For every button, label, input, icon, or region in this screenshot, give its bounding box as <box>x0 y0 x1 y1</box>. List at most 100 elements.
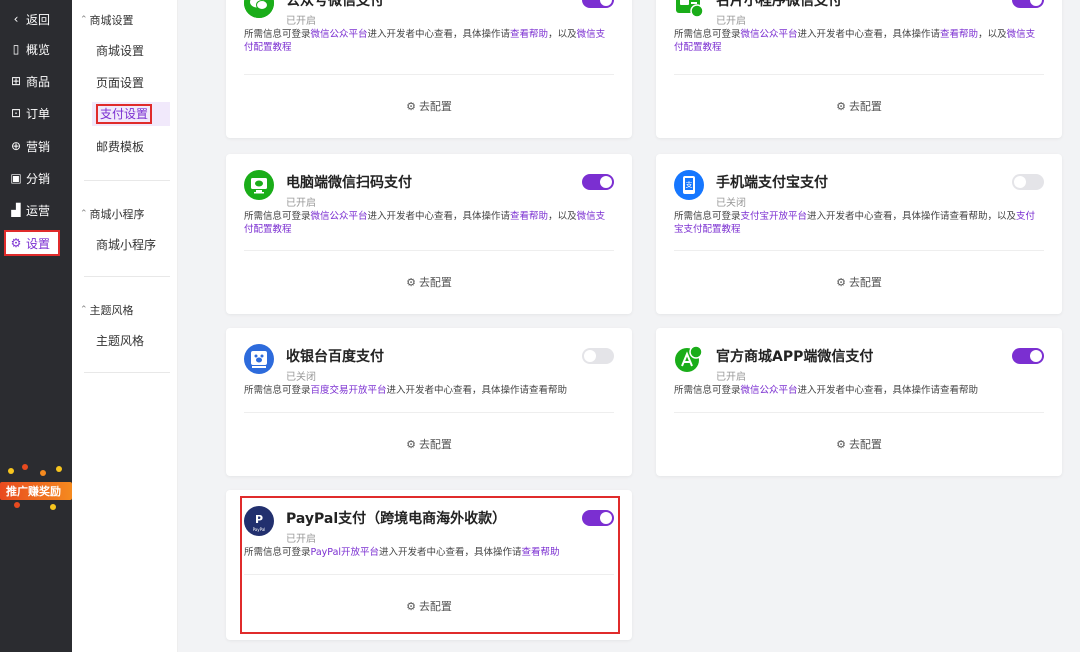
payment-card-pc-wechat-scan: 电脑端微信扫码支付 已开启 所需信息可登录微信公众平台进入开发者中心查看，具体操… <box>226 154 632 314</box>
promo-banner[interactable]: 推广赚奖励 <box>0 462 72 510</box>
app-wechat-icon <box>674 344 704 374</box>
configure-button[interactable]: ⚙ 去配置 <box>226 436 632 452</box>
svg-text:P: P <box>255 513 263 526</box>
payment-description: 所需信息可登录微信公众平台进入开发者中心查看，具体操作请查看帮助，以及微信支付配… <box>674 29 1036 53</box>
payment-status: 已关闭 <box>716 198 746 209</box>
payment-toggle[interactable] <box>582 348 614 364</box>
payment-status: 已开启 <box>286 198 316 209</box>
main-nav-rail: ‹ 返回 ▯ 概览 ⊞ 商品 ⊡ 订单 ⊕ 营销 ▣ 分销 ▟ 运营 ⚙ 设置 推广赚奖励 <box>0 0 72 652</box>
miniprogram-wechat-icon <box>674 0 704 18</box>
goods-icon: ⊞ <box>10 74 22 88</box>
configure-button[interactable]: ⚙ 去配置 <box>226 274 632 290</box>
payment-toggle[interactable] <box>1012 348 1044 364</box>
divider <box>84 180 170 181</box>
wechat-icon <box>244 0 274 18</box>
payment-title: 名片小程序微信支付 <box>716 0 842 9</box>
link-wechat-platform[interactable]: 微信公众平台 <box>741 29 798 40</box>
divider <box>84 276 170 277</box>
payment-toggle[interactable] <box>582 0 614 8</box>
payment-title: 官方商城APP端微信支付 <box>716 349 874 365</box>
payment-description: 所需信息可登录微信公众平台进入开发者中心查看，具体操作请查看帮助 <box>674 385 979 396</box>
gear-icon: ⚙ <box>10 236 22 250</box>
link-wechat-platform[interactable]: 微信公众平台 <box>311 29 368 40</box>
payment-description: 所需信息可登录微信公众平台进入开发者中心查看，具体操作请查看帮助，以及微信支付配… <box>244 211 606 235</box>
payment-title: PayPal支付（跨境电商海外收款） <box>286 511 507 527</box>
rail-item-orders[interactable]: ⊡ 订单 <box>6 100 62 126</box>
gear-icon: ⚙ <box>836 275 846 289</box>
divider <box>244 74 614 75</box>
payment-status: 已开启 <box>286 16 316 27</box>
link-wechat-platform[interactable]: 微信公众平台 <box>741 385 798 396</box>
divider <box>674 250 1044 251</box>
payment-description: 所需信息可登录百度交易开放平台进入开发者中心查看，具体操作请查看帮助 <box>244 385 568 396</box>
alipay-icon: 支 <box>674 170 704 200</box>
payment-toggle[interactable] <box>582 510 614 526</box>
subnav-item-payment-settings[interactable]: 支付设置 <box>92 102 170 126</box>
svg-text:PayPal: PayPal <box>253 527 266 532</box>
payment-toggle[interactable] <box>1012 0 1044 8</box>
configure-button[interactable]: ⚙ 去配置 <box>656 98 1062 114</box>
rail-item-distribution[interactable]: ▣ 分销 <box>6 165 62 191</box>
divider <box>84 372 170 373</box>
gear-icon: ⚙ <box>836 437 846 451</box>
link-alipay-platform[interactable]: 支付宝开放平台 <box>741 211 808 222</box>
settings-subnav: ⌃ 商城设置 商城设置 页面设置 支付设置 邮费模板 ⌃ 商城小程序 商城小程序 ⌃… <box>72 0 178 652</box>
gear-icon: ⚙ <box>406 99 416 113</box>
group-title-mini-program[interactable]: ⌃ 商城小程序 <box>80 206 145 222</box>
divider <box>674 412 1044 413</box>
payment-card-app-wechat: 官方商城APP端微信支付 已开启 所需信息可登录微信公众平台进入开发者中心查看，… <box>656 328 1062 476</box>
group-title-theme[interactable]: ⌃ 主题风格 <box>80 302 134 318</box>
svg-text:支: 支 <box>686 180 693 189</box>
payment-title: 手机端支付宝支付 <box>716 175 828 191</box>
subnav-item-page-settings[interactable]: 页面设置 <box>92 70 170 94</box>
payment-status: 已开启 <box>716 372 746 383</box>
link-wechat-platform[interactable]: 微信公众平台 <box>311 211 368 222</box>
order-icon: ⊡ <box>10 106 22 120</box>
divider <box>244 250 614 251</box>
operation-icon: ▟ <box>11 203 21 217</box>
marketing-icon: ⊕ <box>10 139 22 153</box>
chevron-left-icon: ‹ <box>13 12 19 26</box>
payment-card-mobile-alipay: 支 手机端支付宝支付 已关闭 所需信息可登录支付宝开放平台进入开发者中心查看，具… <box>656 154 1062 314</box>
configure-button[interactable]: ⚙ 去配置 <box>226 598 632 614</box>
chevron-up-icon: ⌃ <box>80 305 88 315</box>
gear-icon: ⚙ <box>406 599 416 613</box>
rail-item-operation[interactable]: ▟ 运营 <box>6 197 62 223</box>
paypal-icon: P PayPal <box>244 506 274 536</box>
subnav-item-postage-template[interactable]: 邮费模板 <box>92 134 170 158</box>
promo-text: 推广赚奖励 <box>6 485 61 498</box>
payment-card-baidu: 收银台百度支付 已关闭 所需信息可登录百度交易开放平台进入开发者中心查看，具体操… <box>226 328 632 476</box>
link-help[interactable]: 查看帮助 <box>940 29 978 40</box>
gear-icon: ⚙ <box>406 437 416 451</box>
payment-card-paypal: P PayPal PayPal支付（跨境电商海外收款） 已开启 所需信息可登录Pa… <box>226 490 632 640</box>
rail-item-goods[interactable]: ⊞ 商品 <box>6 68 62 94</box>
rail-item-back[interactable]: ‹ 返回 <box>6 6 62 32</box>
subnav-item-mall-settings[interactable]: 商城设置 <box>92 38 170 62</box>
pc-wechat-icon <box>244 170 274 200</box>
gear-icon: ⚙ <box>406 275 416 289</box>
payment-toggle[interactable] <box>1012 174 1044 190</box>
configure-button[interactable]: ⚙ 去配置 <box>656 436 1062 452</box>
configure-button[interactable]: ⚙ 去配置 <box>656 274 1062 290</box>
link-baidu-platform[interactable]: 百度交易开放平台 <box>311 385 387 396</box>
subnav-item-mini-program[interactable]: 商城小程序 <box>92 232 170 256</box>
payment-settings-content: 公众号微信支付 已开启 所需信息可登录微信公众平台进入开发者中心查看，具体操作请… <box>178 0 1080 652</box>
chevron-up-icon: ⌃ <box>80 15 88 25</box>
divider <box>244 412 614 413</box>
subnav-item-theme[interactable]: 主题风格 <box>92 328 170 352</box>
link-paypal-platform[interactable]: PayPal开放平台 <box>311 547 380 558</box>
gear-icon: ⚙ <box>836 99 846 113</box>
rail-item-marketing[interactable]: ⊕ 营销 <box>6 133 62 159</box>
configure-button[interactable]: ⚙ 去配置 <box>226 98 632 114</box>
payment-description: 所需信息可登录PayPal开放平台进入开发者中心查看，具体操作请查看帮助 <box>244 547 560 558</box>
payment-status: 已关闭 <box>286 372 316 383</box>
payment-toggle[interactable] <box>582 174 614 190</box>
payment-status: 已开启 <box>716 16 746 27</box>
rail-item-overview[interactable]: ▯ 概览 <box>6 36 62 62</box>
link-help[interactable]: 查看帮助 <box>510 29 548 40</box>
rail-item-settings[interactable]: ⚙ 设置 <box>4 230 60 256</box>
payment-status: 已开启 <box>286 534 316 545</box>
link-help[interactable]: 查看帮助 <box>510 211 548 222</box>
group-title-mall-settings[interactable]: ⌃ 商城设置 <box>80 12 134 28</box>
link-help[interactable]: 查看帮助 <box>522 547 560 558</box>
